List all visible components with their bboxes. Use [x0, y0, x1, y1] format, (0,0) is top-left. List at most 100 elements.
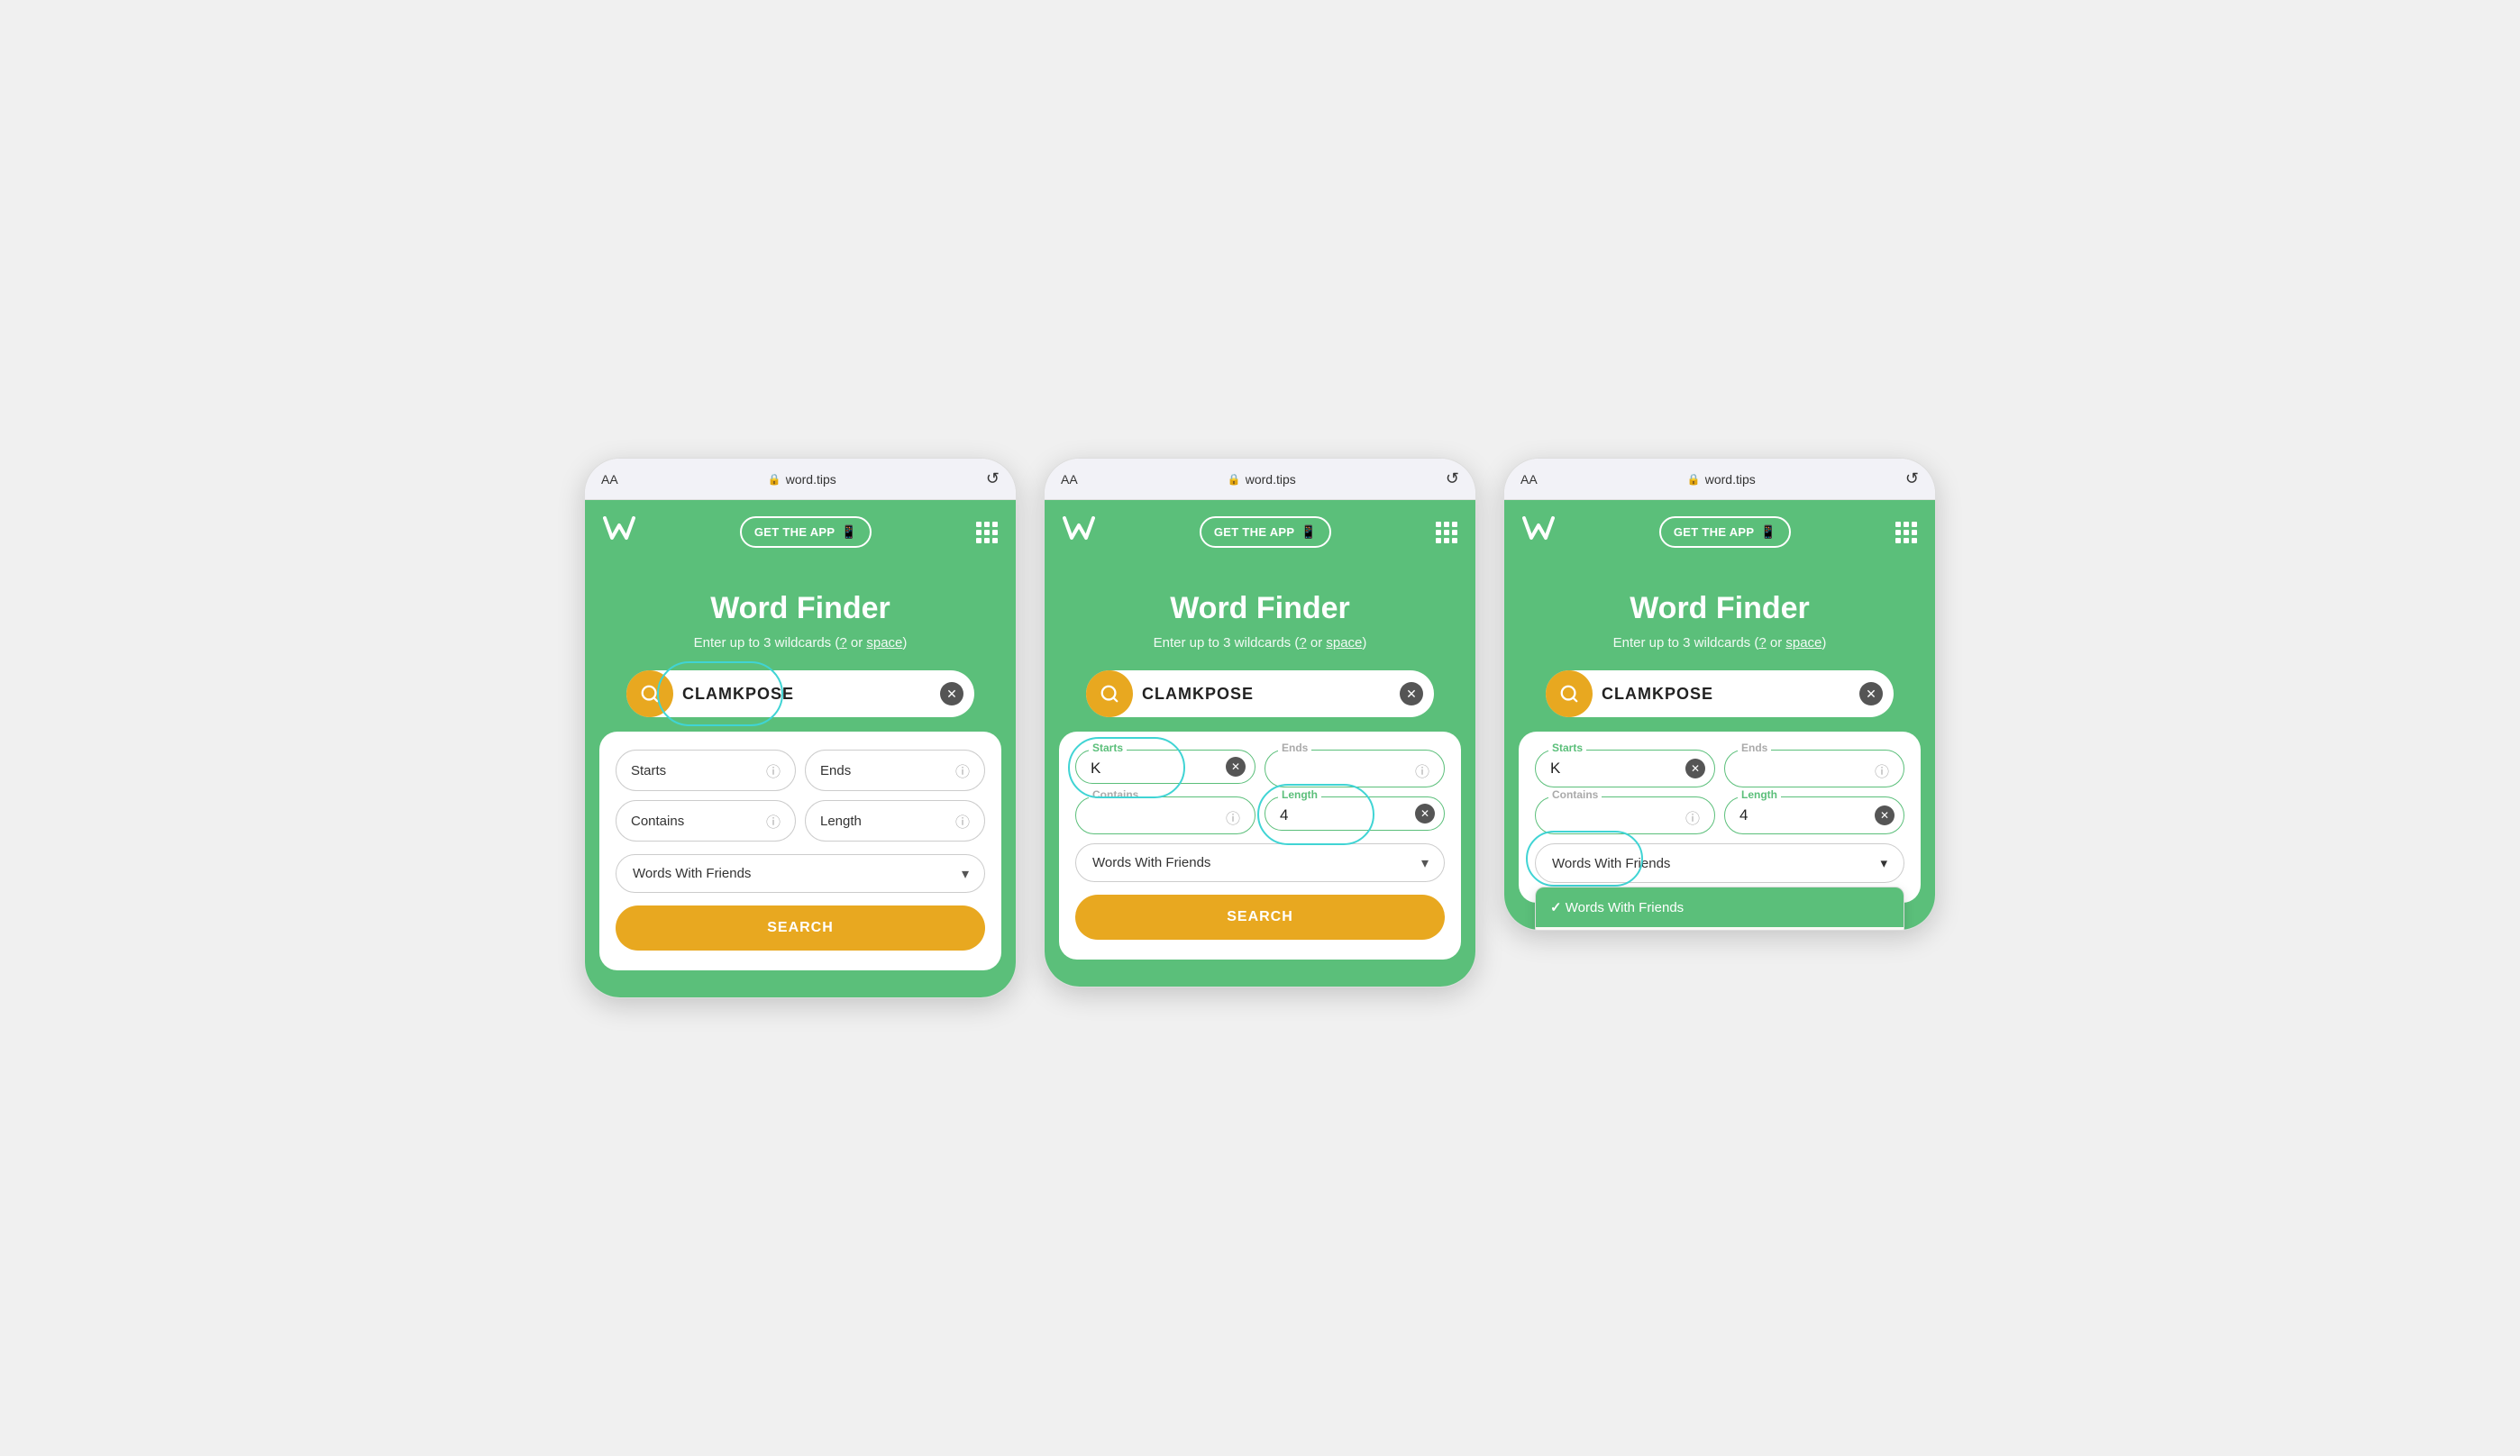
- starts-clear-3[interactable]: ✕: [1685, 759, 1705, 778]
- search-bar-2: ✕: [1086, 670, 1434, 717]
- contains-field-2: Contains ⓘ: [1075, 796, 1255, 834]
- contains-field-3: Contains ⓘ: [1535, 796, 1715, 834]
- filter-row-contains-length-2: Contains ⓘ Length 4 ✕: [1075, 796, 1445, 834]
- phone-icon-3: 📱: [1760, 524, 1776, 540]
- hero-section-2: Word Finder Enter up to 3 wildcards (? o…: [1045, 564, 1475, 717]
- get-app-btn-1[interactable]: SEARCH GET THE APP 📱: [740, 516, 872, 548]
- search-bar-3: ✕: [1546, 670, 1894, 717]
- search-wrapper-2: ✕: [1072, 670, 1448, 717]
- hero-title-1: Word Finder: [612, 591, 989, 626]
- search-input-2[interactable]: [1133, 685, 1400, 704]
- grid-icon-3[interactable]: [1895, 522, 1917, 543]
- browser-aa-2: AA: [1061, 472, 1078, 487]
- filter-row-starts-ends-3: Starts K ✕ Ends ⓘ: [1535, 750, 1904, 787]
- contains-label-1: Contains: [631, 814, 684, 829]
- phone-icon-1: 📱: [841, 524, 857, 540]
- grid-dot: [984, 522, 990, 527]
- length-clear-3[interactable]: ✕: [1875, 805, 1895, 825]
- app-content-3: GET THE APP 📱 Word Finder: [1504, 500, 1935, 930]
- starts-field-3: Starts K ✕: [1535, 750, 1715, 787]
- length-clear-2[interactable]: ✕: [1415, 804, 1435, 824]
- reload-btn-2[interactable]: ↺: [1446, 469, 1459, 488]
- length-value-row-3: 4 ✕: [1739, 806, 1889, 824]
- contains-btn-1[interactable]: Contains ⓘ: [616, 800, 796, 842]
- get-app-btn-2[interactable]: GET THE APP 📱: [1200, 516, 1331, 548]
- grid-dot: [1895, 538, 1901, 543]
- ends-btn-1[interactable]: Ends ⓘ: [805, 750, 985, 791]
- length-value-row-2: 4 ✕: [1280, 806, 1429, 824]
- search-wrapper-3: ✕: [1531, 670, 1908, 717]
- search-input-3[interactable]: [1593, 685, 1859, 704]
- grid-dot: [984, 530, 990, 535]
- reload-btn-1[interactable]: ↺: [986, 469, 1000, 488]
- length-field-2: Length 4 ✕: [1265, 796, 1445, 831]
- bottom-spacer-2: [1045, 960, 1475, 987]
- length-value-2: 4: [1280, 806, 1313, 824]
- ends-help-3: ⓘ: [1875, 760, 1889, 781]
- lock-icon-2: 🔒: [1228, 473, 1241, 486]
- grid-dot: [1895, 522, 1901, 527]
- starts-clear-2[interactable]: ✕: [1226, 757, 1246, 777]
- hero-subtitle-2: Enter up to 3 wildcards (? or space): [1072, 635, 1448, 651]
- browser-aa-3: AA: [1520, 472, 1538, 487]
- select-wrapper-1: Words With Friends Scrabble US Scrabble …: [616, 854, 985, 893]
- search-input-1[interactable]: [673, 685, 940, 704]
- clear-search-btn-1[interactable]: ✕: [940, 682, 963, 705]
- search-submit-btn-1[interactable]: [626, 670, 673, 717]
- contains-help-icon-1: ⓘ: [766, 810, 781, 832]
- dropdown-item-sus[interactable]: Scrabble US: [1536, 927, 1904, 931]
- main-card-2: Starts K ✕ Ends ⓘ: [1059, 732, 1461, 960]
- starts-label-filled-2: Starts: [1089, 742, 1127, 754]
- ends-value-row-2: ⓘ: [1280, 760, 1429, 781]
- starts-value-row-3: K ✕: [1550, 760, 1700, 778]
- hero-title-3: Word Finder: [1531, 591, 1908, 626]
- nav-bar-3: GET THE APP 📱: [1504, 500, 1935, 564]
- search-wrapper-1: ✕: [612, 670, 989, 717]
- ends-value-row-3: ⓘ: [1739, 760, 1889, 781]
- grid-dot: [976, 530, 982, 535]
- browser-bar-3: AA 🔒 word.tips ↺: [1504, 459, 1935, 500]
- dict-select-1[interactable]: Words With Friends Scrabble US Scrabble …: [616, 854, 985, 893]
- ends-field-3: Ends ⓘ: [1724, 750, 1904, 787]
- grid-dot: [1444, 538, 1449, 543]
- search-action-btn-1[interactable]: SEARCH: [616, 905, 985, 951]
- grid-dot: [1452, 522, 1457, 527]
- search-submit-btn-2[interactable]: [1086, 670, 1133, 717]
- grid-icon-1[interactable]: [976, 522, 998, 543]
- phone-icon-2: 📱: [1301, 524, 1317, 540]
- get-app-btn-3[interactable]: GET THE APP 📱: [1659, 516, 1791, 548]
- contains-label-3: Contains: [1548, 788, 1602, 801]
- starts-label-filled-3: Starts: [1548, 742, 1586, 754]
- starts-btn-1[interactable]: Starts ⓘ: [616, 750, 796, 791]
- filter-row-contains-length-3: Contains ⓘ Length 4 ✕: [1535, 796, 1904, 834]
- contains-help-3: ⓘ: [1685, 806, 1700, 828]
- url-text-3: word.tips: [1705, 472, 1756, 487]
- dict-display-3[interactable]: Words With Friends ▾: [1535, 843, 1904, 883]
- browser-url-2: 🔒 word.tips: [1228, 472, 1296, 487]
- grid-dot: [1444, 530, 1449, 535]
- grid-icon-2[interactable]: [1436, 522, 1457, 543]
- lock-icon-1: 🔒: [768, 473, 781, 486]
- length-btn-1[interactable]: Length ⓘ: [805, 800, 985, 842]
- ends-label-2: Ends: [1278, 742, 1311, 754]
- search-action-btn-2[interactable]: SEARCH: [1075, 895, 1445, 940]
- dict-open-wrapper-3: Words With Friends ▾ Words With Friends …: [1535, 843, 1904, 883]
- contains-label-2: Contains: [1089, 788, 1142, 801]
- clear-search-btn-2[interactable]: ✕: [1400, 682, 1423, 705]
- starts-help-icon-1: ⓘ: [766, 760, 781, 781]
- browser-aa-1: AA: [601, 472, 618, 487]
- search-submit-btn-3[interactable]: [1546, 670, 1593, 717]
- reload-btn-3[interactable]: ↺: [1905, 469, 1919, 488]
- get-app-text-3: GET THE APP: [1674, 525, 1755, 539]
- dict-selected-label-3: Words With Friends: [1552, 856, 1670, 871]
- clear-search-btn-3[interactable]: ✕: [1859, 682, 1883, 705]
- length-field-3: Length 4 ✕: [1724, 796, 1904, 834]
- ends-label-3: Ends: [1738, 742, 1771, 754]
- grid-dot: [984, 538, 990, 543]
- hero-section-1: Word Finder Enter up to 3 wildcards (? o…: [585, 564, 1016, 717]
- main-card-1: Starts ⓘ Ends ⓘ Contains ⓘ Length ⓘ: [599, 732, 1001, 970]
- starts-value-3: K: [1550, 760, 1585, 778]
- dropdown-item-wwf[interactable]: Words With Friends: [1536, 887, 1904, 927]
- dict-select-2[interactable]: Words With Friends Scrabble US Scrabble …: [1075, 843, 1445, 882]
- browser-bar-2: AA 🔒 word.tips ↺: [1045, 459, 1475, 500]
